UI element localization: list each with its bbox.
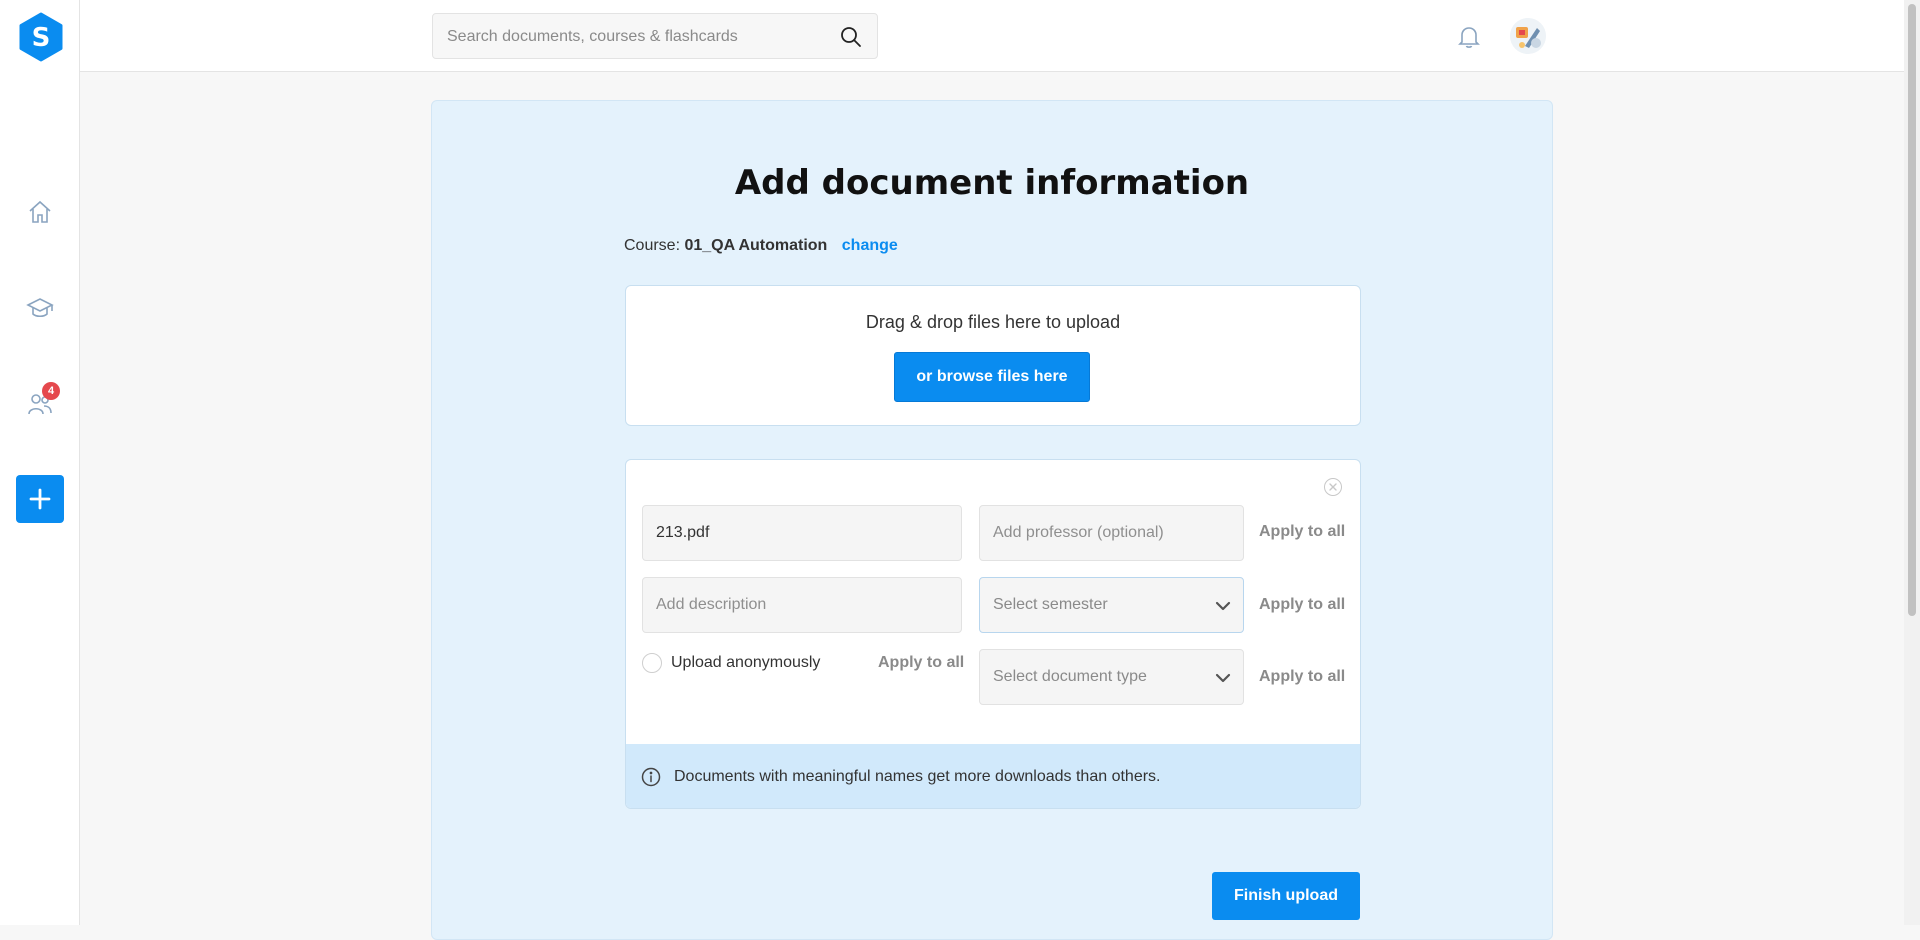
info-text: Documents with meaningful names get more… <box>674 768 1161 785</box>
close-icon <box>1329 483 1337 491</box>
document-type-placeholder: Select document type <box>993 668 1147 685</box>
description-input[interactable] <box>642 577 962 633</box>
course-prefix: Course: <box>624 237 681 254</box>
page-title: Add document information <box>734 163 1250 203</box>
notification-badge: 4 <box>42 382 60 400</box>
study-group-icon[interactable]: 4 <box>24 382 60 420</box>
apply-all-anonymous[interactable]: Apply to all <box>878 654 964 672</box>
avatar[interactable] <box>1510 18 1546 54</box>
file-dropzone[interactable]: Drag & drop files here to upload or brow… <box>625 285 1361 426</box>
change-course-link[interactable]: change <box>842 237 898 254</box>
course-line: Course: 01_QA Automation change <box>624 237 898 255</box>
professor-input[interactable] <box>979 505 1244 561</box>
plus-icon <box>29 488 51 510</box>
search-bar <box>432 13 878 60</box>
info-icon <box>641 767 661 787</box>
sidebar: S 4 <box>0 0 80 925</box>
graduation-cap-icon[interactable] <box>24 292 56 324</box>
chevron-down-icon <box>1215 673 1231 683</box>
top-bar <box>80 0 1904 72</box>
finish-upload-button[interactable]: Finish upload <box>1212 872 1360 920</box>
chevron-down-icon <box>1215 601 1231 611</box>
upload-panel: Add document information Course: 01_QA A… <box>431 100 1553 940</box>
scrollbar-thumb[interactable] <box>1908 4 1916 616</box>
bell-icon[interactable] <box>1456 24 1482 50</box>
course-name: 01_QA Automation <box>684 237 828 254</box>
dropzone-text: Drag & drop files here to upload <box>865 312 1121 332</box>
browse-files-button[interactable]: or browse files here <box>894 352 1090 402</box>
scrollbar[interactable] <box>1904 0 1920 925</box>
info-banner: Documents with meaningful names get more… <box>626 744 1360 808</box>
home-icon[interactable] <box>24 196 56 228</box>
document-form: Apply to all Select semester Apply to al… <box>625 459 1361 809</box>
apply-all-document-type[interactable]: Apply to all <box>1259 668 1345 686</box>
studocu-logo[interactable]: S <box>18 12 64 62</box>
svg-text:S: S <box>32 23 51 53</box>
apply-all-semester[interactable]: Apply to all <box>1259 596 1345 614</box>
anonymous-label: Upload anonymously <box>671 654 821 671</box>
filename-input[interactable] <box>642 505 962 561</box>
search-input[interactable] <box>445 14 829 60</box>
anonymous-radio[interactable] <box>642 653 662 673</box>
apply-all-professor[interactable]: Apply to all <box>1259 523 1345 541</box>
document-type-select[interactable]: Select document type <box>979 649 1244 705</box>
add-button[interactable] <box>16 475 64 523</box>
semester-select[interactable]: Select semester <box>979 577 1244 633</box>
search-icon[interactable] <box>839 25 863 49</box>
semester-placeholder: Select semester <box>993 596 1108 613</box>
remove-file-button[interactable] <box>1324 478 1342 496</box>
